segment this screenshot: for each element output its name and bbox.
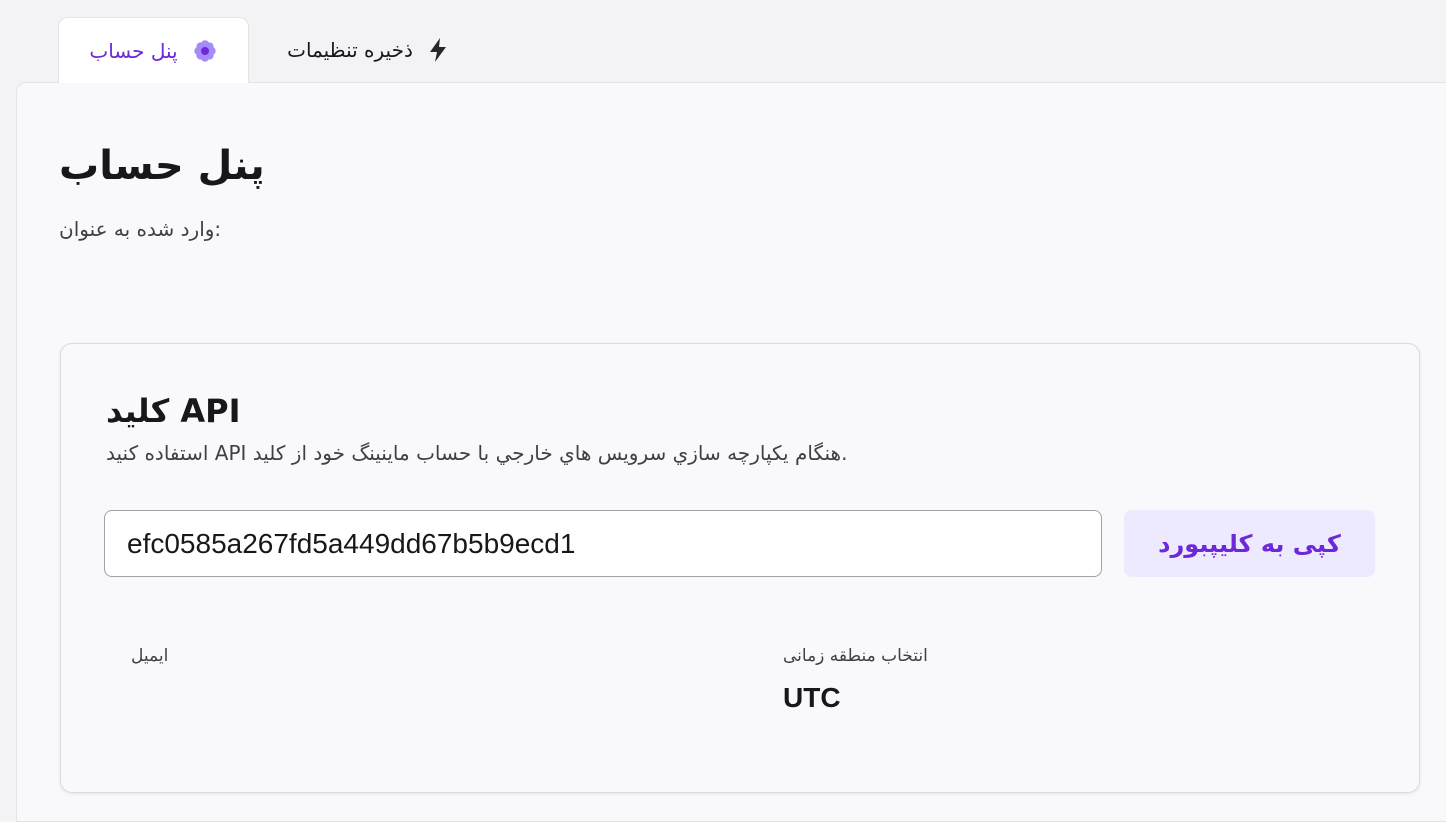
- tab-bar: پنل حساب ذخیره تنظیمات: [0, 0, 1446, 83]
- tab-save-settings-label: ذخیره تنظیمات: [287, 38, 413, 62]
- tab-account-panel[interactable]: پنل حساب: [58, 17, 249, 83]
- api-key-card: کلید API استفاده کنید API هنگام یکپارچه …: [60, 343, 1420, 793]
- timezone-label: انتخاب منطقه زمانی: [783, 646, 928, 666]
- tab-account-panel-label: پنل حساب: [89, 38, 178, 63]
- email-label: ایمیل: [131, 646, 169, 666]
- timezone-value[interactable]: UTC: [783, 682, 841, 714]
- page-title: پنل حساب: [59, 143, 265, 189]
- copy-to-clipboard-button[interactable]: کپی به کلیپبورد: [1124, 510, 1375, 577]
- api-key-description: استفاده کنید API هنگام یکپارچه سازي سروی…: [106, 441, 848, 465]
- bolt-icon: [427, 37, 449, 63]
- flower-icon: [192, 38, 218, 64]
- account-panel: پنل حساب وارد شده به عنوان: کلید API است…: [16, 82, 1446, 822]
- api-key-title: کلید API: [106, 392, 241, 430]
- tab-save-settings[interactable]: ذخیره تنظیمات: [268, 17, 468, 83]
- logged-in-as-label: وارد شده به عنوان:: [59, 217, 222, 241]
- api-key-input[interactable]: [104, 510, 1102, 577]
